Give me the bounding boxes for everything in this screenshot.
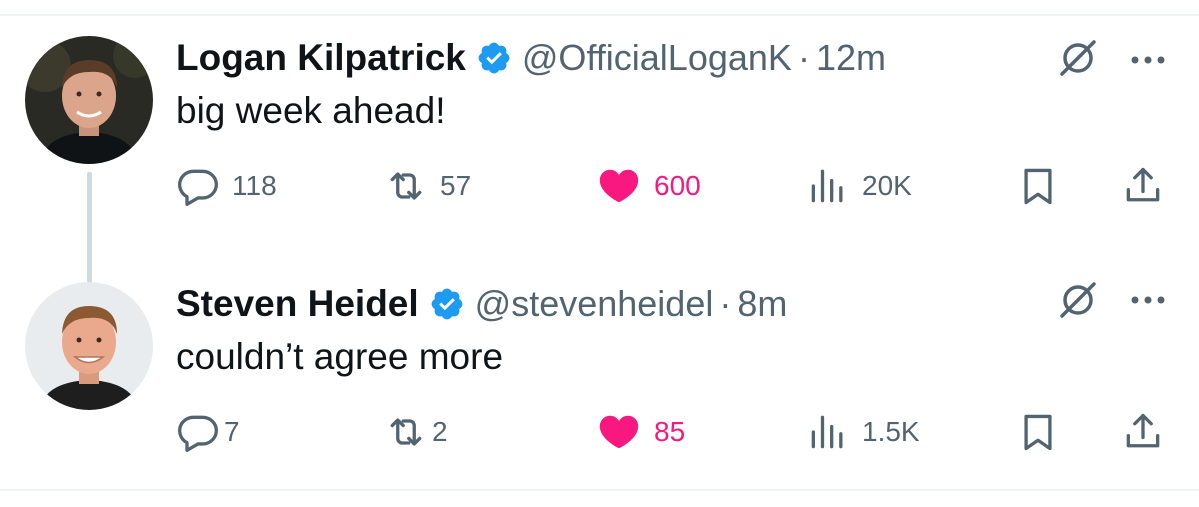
share-icon [1121, 164, 1165, 208]
grok-icon[interactable] [1056, 278, 1100, 322]
verified-badge-icon[interactable] [429, 286, 465, 322]
repost-count: 57 [440, 170, 472, 201]
bookmark-button[interactable] [1016, 162, 1060, 210]
like-button[interactable]: 600 [596, 162, 701, 210]
tweet-header: Steven Heidel @stevenheidel · 8m [176, 274, 787, 334]
views-count: 1.5K [862, 416, 920, 447]
author-name[interactable]: Steven Heidel [176, 283, 419, 325]
repost-icon [384, 410, 428, 454]
author-name[interactable]: Logan Kilpatrick [176, 37, 466, 79]
timestamp[interactable]: 8m [737, 283, 787, 325]
views-button[interactable]: 20K [806, 162, 912, 210]
reply-count: 7 [224, 416, 240, 447]
tweet-1[interactable]: Logan Kilpatrick @OfficialLoganK · 12m b… [0, 28, 1199, 299]
verified-badge-icon[interactable] [476, 40, 512, 76]
like-icon [596, 409, 642, 455]
timestamp[interactable]: 12m [816, 37, 886, 79]
separator-dot: · [797, 37, 810, 78]
author-handle[interactable]: @stevenheidel [475, 283, 714, 325]
share-icon [1121, 410, 1165, 454]
repost-button[interactable]: 2 [384, 408, 448, 456]
grok-icon[interactable] [1056, 36, 1100, 80]
tweet-header: Logan Kilpatrick @OfficialLoganK · 12m [176, 28, 886, 88]
bookmark-icon [1016, 164, 1060, 208]
repost-count: 2 [432, 416, 448, 447]
tweet-2[interactable]: Steven Heidel @stevenheidel · 8m couldn’… [0, 274, 1199, 474]
more-icon[interactable] [1128, 290, 1168, 310]
avatar-logan[interactable] [25, 36, 153, 164]
author-handle[interactable]: @OfficialLoganK [522, 37, 792, 79]
bottom-divider [0, 489, 1199, 491]
share-button[interactable] [1121, 408, 1165, 456]
views-icon [806, 164, 850, 208]
top-divider [0, 14, 1199, 16]
views-button[interactable]: 1.5K [806, 408, 920, 456]
separator-dot: · [719, 283, 732, 324]
reply-button[interactable]: 118 [176, 162, 277, 210]
reply-icon [176, 164, 220, 208]
like-count: 85 [654, 416, 686, 447]
tweet-actions: 7 2 85 1.5K [176, 408, 1169, 456]
reply-button[interactable]: 7 [176, 408, 240, 456]
bookmark-icon [1016, 410, 1060, 454]
share-button[interactable] [1121, 162, 1165, 210]
views-icon [806, 410, 850, 454]
repost-icon [384, 164, 428, 208]
like-icon [596, 163, 642, 209]
more-icon[interactable] [1128, 50, 1168, 70]
tweet-actions: 118 57 600 20K [176, 162, 1169, 210]
reply-count: 118 [232, 170, 277, 201]
repost-button[interactable]: 57 [384, 162, 471, 210]
like-button[interactable]: 85 [596, 408, 685, 456]
tweet-text: big week ahead! [176, 90, 446, 131]
tweet-text: couldn’t agree more [176, 336, 504, 377]
like-count: 600 [654, 170, 701, 201]
avatar-steven[interactable] [25, 282, 153, 410]
views-count: 20K [862, 170, 912, 201]
reply-icon [176, 410, 220, 454]
bookmark-button[interactable] [1016, 408, 1060, 456]
